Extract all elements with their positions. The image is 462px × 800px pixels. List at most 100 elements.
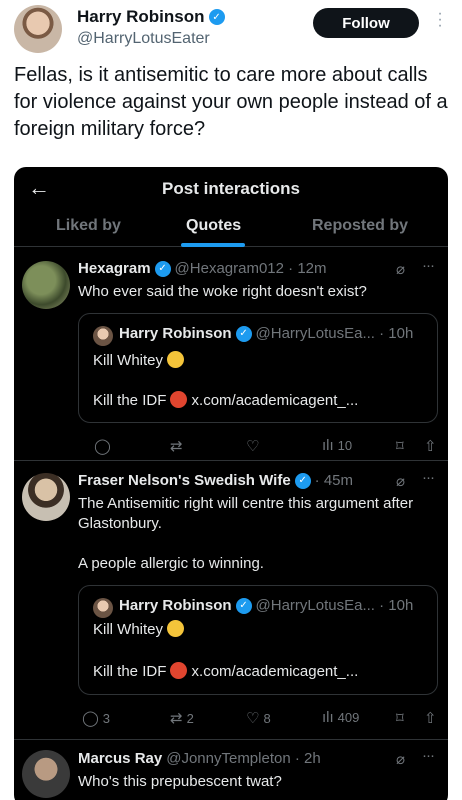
author-avatar[interactable] [14, 5, 62, 53]
author-name[interactable]: Harry Robinson [77, 7, 205, 27]
view-count: 10 [337, 438, 353, 453]
quoted-line-1: Kill Whitey [93, 351, 185, 369]
verified-badge-icon: ✓ [294, 472, 311, 489]
quote-post: Hexagram ✓ @Hexagram012 · 12m ⌀ ··· Who … [14, 249, 448, 461]
like-action: ♡ [246, 437, 263, 455]
more-dots-icon: ··· [422, 747, 435, 764]
author-name-row[interactable]: Harry Robinson ✓ [77, 7, 225, 27]
quoted-author-avatar [93, 326, 113, 346]
sleepy-face-emoji-icon [167, 351, 185, 368]
quote-header: Hexagram ✓ @Hexagram012 · 12m [78, 260, 327, 277]
quoted-author-avatar [93, 598, 113, 618]
repost-count: 2 [186, 710, 194, 726]
verified-badge-icon: ✓ [208, 9, 225, 25]
angry-face-emoji-icon [170, 662, 188, 679]
tab-reposted-by: Reposted by [312, 217, 409, 234]
quoted-line-2: Kill the IDF x.com/academicagent_... [93, 662, 358, 680]
bookmark-action: ⌑ [396, 437, 404, 455]
interaction-tabs: Liked by Quotes Reposted by [14, 211, 448, 247]
quoted-line-1-text: Kill Whitey [93, 621, 164, 638]
active-tab-indicator [181, 243, 245, 247]
share-icon: ⇧ [424, 710, 437, 727]
quote-text: Who's this prepubescent twat? [78, 773, 282, 790]
embedded-screenshot: ← Post interactions Liked by Quotes Repo… [14, 167, 448, 800]
post-header: Harry Robinson ✓ @HarryLotusEater Follow… [14, 5, 450, 53]
bookmark-action: ⌑ [396, 709, 404, 727]
quote-author-meta: @Hexagram012 · 12m [174, 260, 327, 277]
more-options-icon[interactable]: · · · [435, 6, 445, 34]
more-dots-icon: ··· [422, 257, 435, 274]
quoted-link: x.com/academicagent_... [191, 663, 359, 680]
quoted-post-card: Harry Robinson ✓ @HarryLotusEa... · 10h … [78, 313, 438, 423]
views-chart-icon: ılı [322, 709, 334, 726]
quote-author-avatar [22, 473, 70, 521]
share-icon: ⇧ [424, 438, 437, 455]
like-action: ♡ 8 [246, 709, 271, 727]
post-text: Fellas, is it antisemitic to care more a… [14, 64, 448, 140]
reply-icon: ◯ [94, 438, 111, 455]
quoted-line-2-text: Kill the IDF [93, 392, 167, 409]
follow-button[interactable]: Follow [313, 8, 419, 38]
heart-icon: ♡ [246, 438, 260, 455]
tab-liked-by: Liked by [56, 217, 121, 234]
quote-header: Marcus Ray @JonnyTempleton · 2h [78, 750, 321, 767]
quoted-line-2: Kill the IDF x.com/academicagent_... [93, 391, 358, 409]
repost-action: ⇄ 2 [170, 709, 194, 727]
author-handle[interactable]: @HarryLotusEater [77, 30, 210, 48]
quote-text: The Antisemitic right will centre this a… [78, 495, 414, 532]
heart-icon: ♡ [246, 710, 260, 727]
repost-icon: ⇄ [170, 710, 183, 727]
reply-action: ◯ 3 [82, 709, 110, 727]
views-action: ılı 10 [322, 437, 352, 454]
quote-post: Fraser Nelson's Swedish Wife ✓ · 45m ⌀ ·… [14, 461, 448, 737]
reply-icon: ◯ [82, 710, 99, 727]
grok-icon: ⌀ [396, 751, 406, 768]
quoted-author-meta: @HarryLotusEa... · 10h [255, 597, 414, 614]
quote-author-avatar [22, 261, 70, 309]
verified-badge-icon: ✓ [154, 260, 171, 277]
quote-header: Fraser Nelson's Swedish Wife ✓ · 45m [78, 472, 353, 489]
views-chart-icon: ılı [322, 437, 334, 454]
grok-icon: ⌀ [396, 473, 406, 490]
quote-author-meta: @JonnyTempleton · 2h [166, 750, 321, 767]
quote-author-name: Marcus Ray [78, 750, 163, 767]
quoted-author-meta: @HarryLotusEa... · 10h [255, 325, 414, 342]
repost-icon: ⇄ [170, 438, 183, 455]
action-bar: ◯ 3 ⇄ 2 ♡ 8 ılı 409 ⌑ ⇧ [78, 709, 438, 729]
quoted-line-1-text: Kill Whitey [93, 352, 164, 369]
quoted-line-2-text: Kill the IDF [93, 663, 167, 680]
quote-post: Marcus Ray @JonnyTempleton · 2h ⌀ ··· Wh… [14, 740, 448, 800]
view-count: 409 [337, 710, 360, 725]
views-action: ılı 409 [322, 709, 359, 726]
grok-icon: ⌀ [396, 261, 406, 278]
reply-action: ◯ [94, 437, 115, 455]
action-bar: ◯ ⇄ ♡ ılı 10 ⌑ ⇧ [78, 437, 438, 457]
quote-text: Who ever said the woke right doesn't exi… [78, 283, 367, 300]
reply-count: 3 [102, 710, 111, 726]
share-action: ⇧ [424, 709, 437, 727]
panel-header: ← Post interactions [14, 167, 448, 211]
quoted-author-name: Harry Robinson [119, 325, 232, 342]
angry-face-emoji-icon [170, 391, 188, 408]
quoted-author-name: Harry Robinson [119, 597, 232, 614]
verified-badge-icon: ✓ [235, 597, 252, 614]
quote-author-name: Fraser Nelson's Swedish Wife [78, 472, 291, 489]
verified-badge-icon: ✓ [235, 325, 252, 342]
quoted-link: x.com/academicagent_... [191, 392, 359, 409]
more-dots-icon: ··· [422, 469, 435, 486]
quote-author-name: Hexagram [78, 260, 151, 277]
bookmark-icon: ⌑ [396, 710, 404, 727]
quote-author-meta: · 45m [314, 472, 354, 489]
quoted-post-card: Harry Robinson ✓ @HarryLotusEa... · 10h … [78, 585, 438, 695]
tab-quotes: Quotes [186, 217, 242, 234]
quote-text-line-2: A people allergic to winning. [78, 555, 264, 572]
quoted-line-1: Kill Whitey [93, 620, 185, 638]
bookmark-icon: ⌑ [396, 438, 404, 455]
quote-author-avatar [22, 750, 70, 798]
panel-title: Post interactions [162, 179, 300, 198]
share-action: ⇧ [424, 437, 437, 455]
quoted-header: Harry Robinson ✓ @HarryLotusEa... · 10h [119, 597, 413, 614]
like-count: 8 [263, 710, 271, 726]
quoted-header: Harry Robinson ✓ @HarryLotusEa... · 10h [119, 325, 413, 342]
repost-action: ⇄ [170, 437, 187, 455]
